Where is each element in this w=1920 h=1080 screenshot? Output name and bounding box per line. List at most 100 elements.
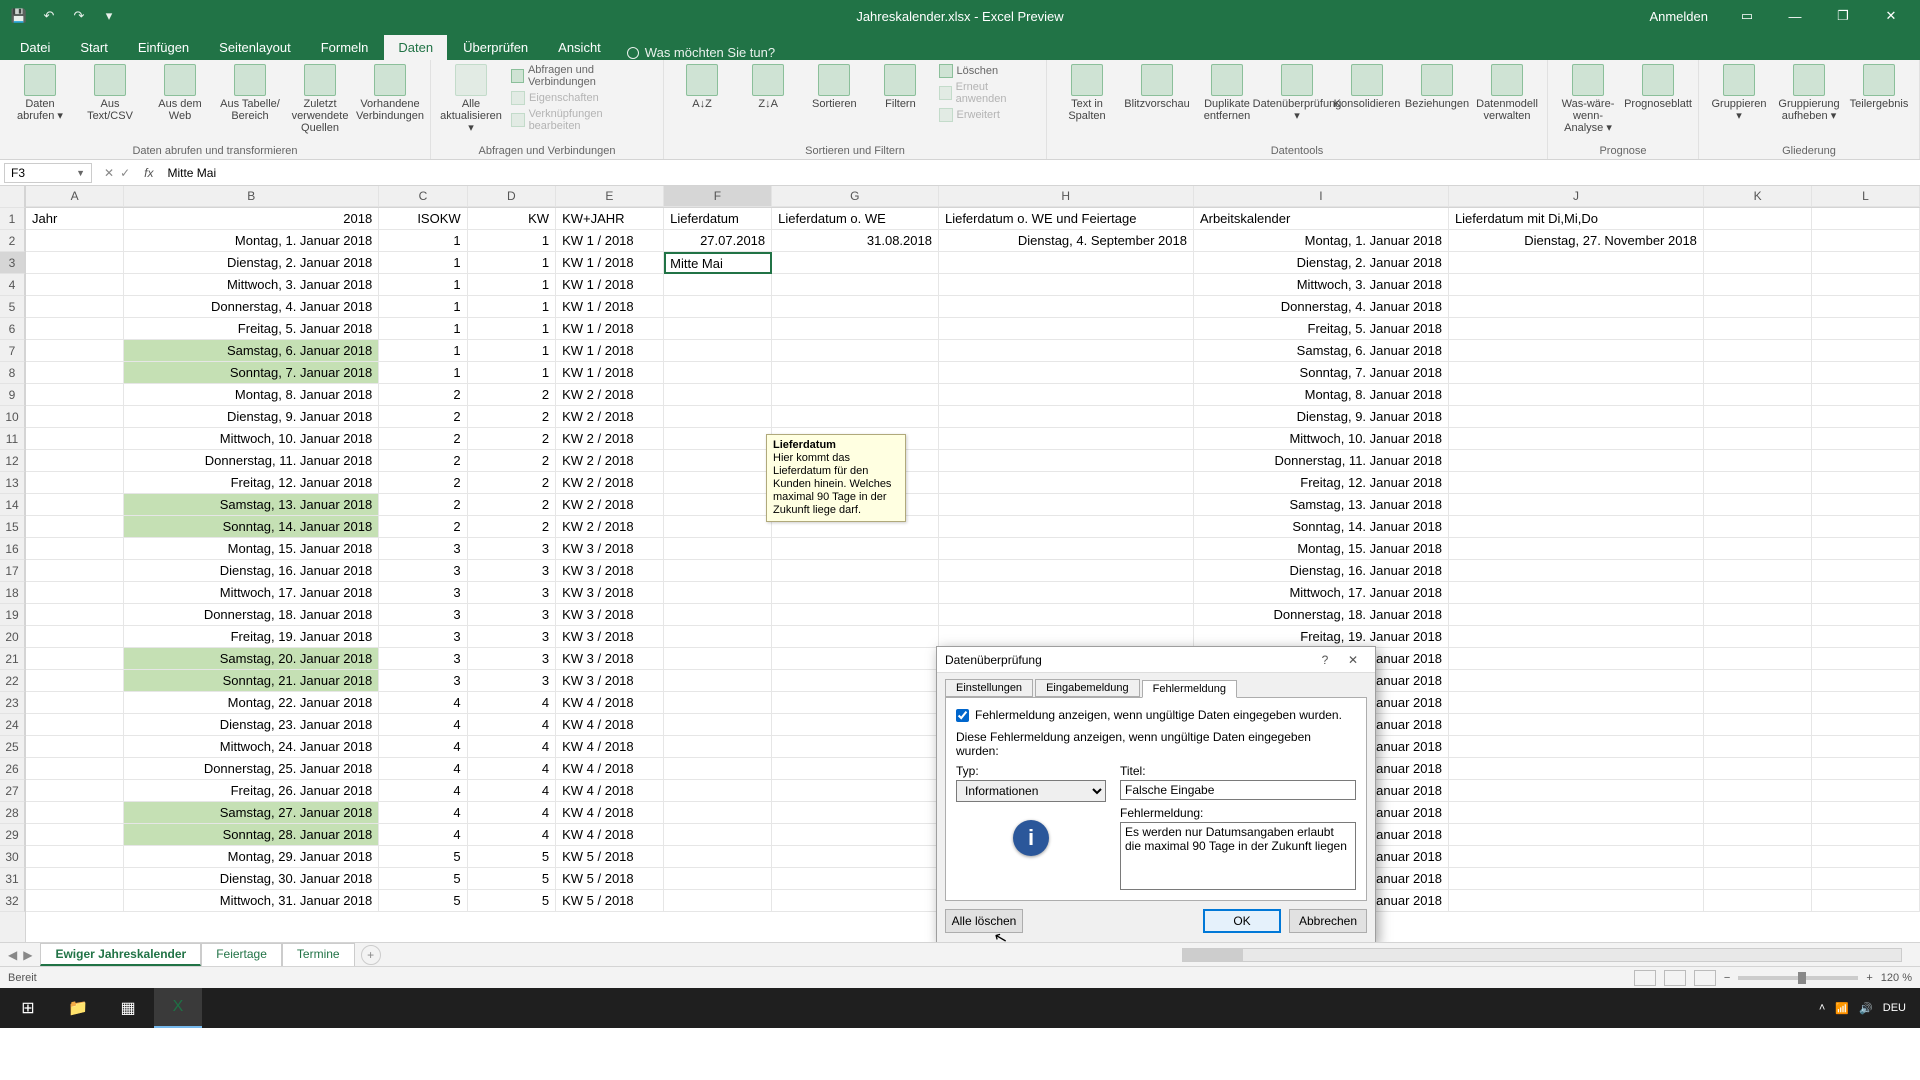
cell[interactable] <box>1812 230 1920 252</box>
cell[interactable] <box>664 384 772 406</box>
cell[interactable] <box>26 450 124 472</box>
cell[interactable]: Donnerstag, 4. Januar 2018 <box>1194 296 1449 318</box>
cell[interactable] <box>1449 296 1704 318</box>
show-error-checkbox[interactable]: Fehlermeldung anzeigen, wenn ungültige D… <box>956 708 1356 722</box>
horizontal-scrollbar[interactable] <box>1182 948 1902 962</box>
cell[interactable] <box>1704 824 1812 846</box>
cell[interactable]: Dienstag, 9. Januar 2018 <box>124 406 379 428</box>
cell[interactable] <box>26 406 124 428</box>
row-header[interactable]: 31 <box>0 868 25 890</box>
cell[interactable]: 5 <box>379 890 467 912</box>
ribbon-btn[interactable]: Zuletzt verwendete Quellen <box>290 64 350 134</box>
ribbon-tab-ansicht[interactable]: Ansicht <box>544 35 615 60</box>
row-header[interactable]: 6 <box>0 318 25 340</box>
cell[interactable] <box>772 604 939 626</box>
ribbon-tab-einfügen[interactable]: Einfügen <box>124 35 203 60</box>
cell[interactable] <box>664 516 772 538</box>
cell[interactable] <box>1704 450 1812 472</box>
ribbon-btn[interactable]: Aus dem Web <box>150 64 210 122</box>
cell[interactable] <box>1812 890 1920 912</box>
cell[interactable] <box>664 340 772 362</box>
cell[interactable] <box>26 758 124 780</box>
cell[interactable]: 2 <box>468 428 556 450</box>
page-layout-view-icon[interactable] <box>1664 970 1686 986</box>
cell[interactable]: 4 <box>468 780 556 802</box>
cell[interactable] <box>1704 296 1812 318</box>
cell[interactable] <box>1704 340 1812 362</box>
cell[interactable] <box>1704 318 1812 340</box>
cell[interactable]: Dienstag, 30. Januar 2018 <box>124 868 379 890</box>
cell[interactable] <box>26 230 124 252</box>
cell[interactable] <box>26 670 124 692</box>
cell[interactable]: 4 <box>468 824 556 846</box>
cell[interactable]: Sonntag, 14. Januar 2018 <box>124 516 379 538</box>
cell[interactable] <box>1449 802 1704 824</box>
cell[interactable] <box>1812 560 1920 582</box>
row-header[interactable]: 14 <box>0 494 25 516</box>
qat-customize-icon[interactable]: ▾ <box>98 5 120 27</box>
sheet-tab[interactable]: Termine <box>282 943 355 966</box>
cell[interactable]: 1 <box>468 362 556 384</box>
cell[interactable] <box>26 384 124 406</box>
cell[interactable]: 4 <box>468 802 556 824</box>
cell[interactable] <box>26 296 124 318</box>
cell[interactable]: Mittwoch, 10. Januar 2018 <box>124 428 379 450</box>
cell[interactable] <box>26 428 124 450</box>
cell[interactable] <box>664 472 772 494</box>
cell[interactable] <box>26 802 124 824</box>
zoom-in-icon[interactable]: + <box>1866 972 1872 984</box>
app-icon[interactable]: ▦ <box>104 988 152 1028</box>
cell[interactable]: Mittwoch, 3. Januar 2018 <box>1194 274 1449 296</box>
cell[interactable] <box>1704 670 1812 692</box>
row-header[interactable]: 2 <box>0 230 25 252</box>
cell[interactable]: Sonntag, 7. Januar 2018 <box>124 362 379 384</box>
cell[interactable] <box>772 714 939 736</box>
cell[interactable] <box>1812 582 1920 604</box>
cell[interactable] <box>664 274 772 296</box>
cell[interactable] <box>664 692 772 714</box>
cell[interactable]: 4 <box>379 824 467 846</box>
cell[interactable]: Sonntag, 28. Januar 2018 <box>124 824 379 846</box>
cell[interactable] <box>1704 582 1812 604</box>
cell[interactable]: KW 5 / 2018 <box>556 868 664 890</box>
cell[interactable]: 1 <box>379 362 467 384</box>
ribbon-line[interactable]: Löschen <box>939 64 1037 78</box>
cell[interactable] <box>1704 428 1812 450</box>
cell[interactable] <box>939 318 1194 340</box>
cell[interactable]: 2 <box>468 406 556 428</box>
cell[interactable]: Montag, 22. Januar 2018 <box>124 692 379 714</box>
tray-chevron-icon[interactable]: ˄ <box>1819 1002 1825 1014</box>
tell-me-input[interactable]: Was möchten Sie tun? <box>645 45 775 60</box>
row-header[interactable]: 20 <box>0 626 25 648</box>
cell[interactable] <box>939 428 1194 450</box>
cell[interactable]: KW 5 / 2018 <box>556 846 664 868</box>
cell[interactable]: 1 <box>468 252 556 274</box>
cell[interactable]: Donnerstag, 18. Januar 2018 <box>1194 604 1449 626</box>
row-header[interactable]: 5 <box>0 296 25 318</box>
cell[interactable]: Samstag, 6. Januar 2018 <box>1194 340 1449 362</box>
row-header[interactable]: 17 <box>0 560 25 582</box>
row-header[interactable]: 15 <box>0 516 25 538</box>
cell[interactable]: Samstag, 13. Januar 2018 <box>1194 494 1449 516</box>
ribbon-btn[interactable]: Beziehungen <box>1407 64 1467 110</box>
cell[interactable] <box>939 252 1194 274</box>
ribbon-btn[interactable]: Gruppierung aufheben ▾ <box>1779 64 1839 122</box>
cell[interactable] <box>1704 472 1812 494</box>
cell[interactable] <box>1704 692 1812 714</box>
cell[interactable]: Samstag, 20. Januar 2018 <box>124 648 379 670</box>
cell[interactable] <box>772 758 939 780</box>
cell[interactable]: 4 <box>379 714 467 736</box>
ribbon-tab-daten[interactable]: Daten <box>384 35 447 60</box>
cell[interactable]: 5 <box>379 868 467 890</box>
row-header[interactable]: 21 <box>0 648 25 670</box>
cell[interactable] <box>1449 670 1704 692</box>
tray-volume-icon[interactable]: 🔊 <box>1859 1002 1873 1015</box>
cell[interactable] <box>26 362 124 384</box>
cell[interactable] <box>1812 494 1920 516</box>
cell[interactable] <box>1449 890 1704 912</box>
cell[interactable] <box>26 890 124 912</box>
cell[interactable]: 4 <box>379 758 467 780</box>
cell[interactable] <box>772 802 939 824</box>
column-header[interactable]: L <box>1812 186 1920 207</box>
sheet-tab[interactable]: Feiertage <box>201 943 282 966</box>
